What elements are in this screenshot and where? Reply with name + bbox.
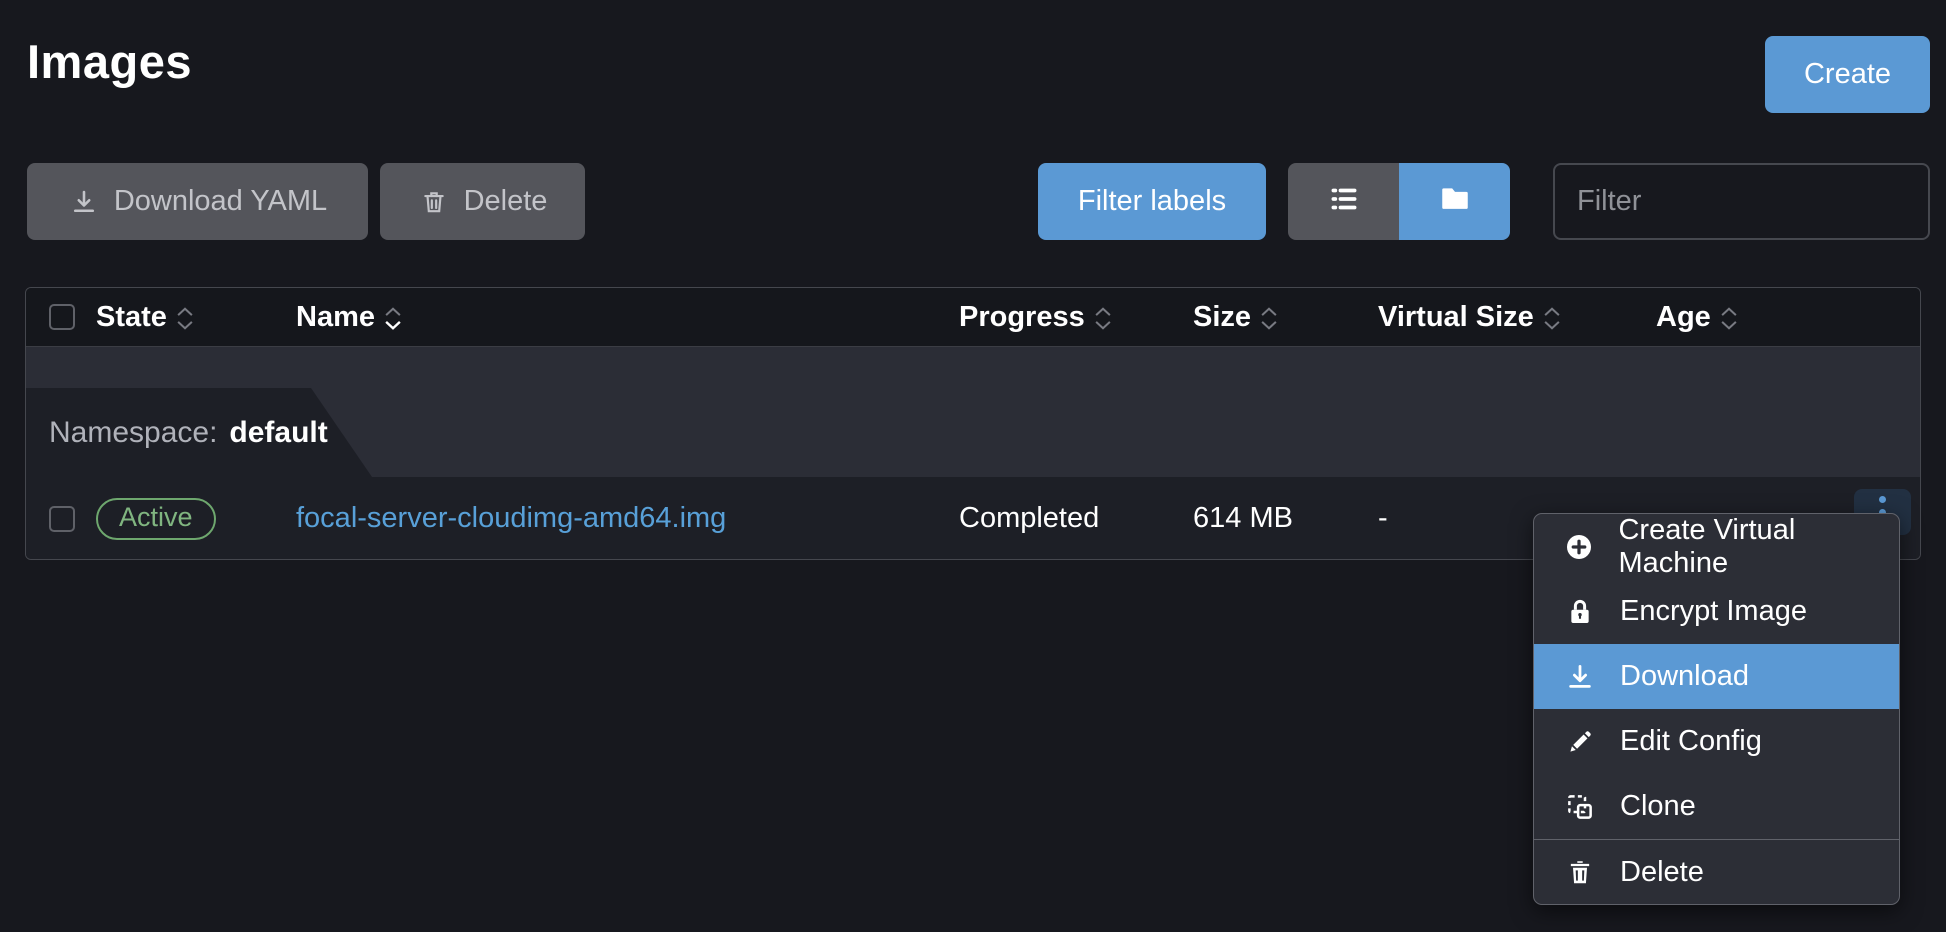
list-icon <box>1327 182 1361 221</box>
namespace-tab: Namespace: default <box>26 388 372 477</box>
namespace-value: default <box>229 416 327 450</box>
folder-icon <box>1438 182 1472 221</box>
trash-icon <box>1564 858 1596 886</box>
menu-item-clone[interactable]: Clone <box>1534 774 1899 839</box>
lock-icon <box>1564 597 1596 627</box>
sort-carets-icon <box>383 306 403 331</box>
column-header-size[interactable]: Size <box>1193 301 1378 334</box>
size-cell: 614 MB <box>1193 502 1378 535</box>
folder-view-button[interactable] <box>1399 163 1510 240</box>
column-header-state[interactable]: State <box>96 301 296 334</box>
sort-carets-icon <box>1542 306 1562 331</box>
download-yaml-label: Download YAML <box>114 185 327 218</box>
namespace-label: Namespace: <box>49 416 217 450</box>
menu-item-edit-config[interactable]: Edit Config <box>1534 709 1899 774</box>
create-button[interactable]: Create <box>1765 36 1930 113</box>
row-actions-menu: Create Virtual Machine Encrypt Image Dow… <box>1533 513 1900 905</box>
column-header-virtual-size[interactable]: Virtual Size <box>1378 301 1656 334</box>
clone-icon <box>1564 792 1596 822</box>
sort-carets-icon <box>175 306 195 331</box>
status-badge: Active <box>96 498 216 540</box>
menu-item-delete[interactable]: Delete <box>1534 839 1899 904</box>
download-icon <box>1564 662 1596 692</box>
list-view-button[interactable] <box>1288 163 1399 240</box>
delete-button[interactable]: Delete <box>380 163 585 240</box>
filter-labels-button[interactable]: Filter labels <box>1038 163 1266 240</box>
menu-item-download[interactable]: Download <box>1534 644 1899 709</box>
table-header-row: State Name Progress Size <box>26 288 1920 347</box>
page-title: Images <box>27 34 192 89</box>
column-header-progress[interactable]: Progress <box>959 301 1193 334</box>
row-checkbox[interactable] <box>49 506 75 532</box>
sort-carets-icon <box>1259 306 1279 331</box>
pencil-icon <box>1564 728 1596 756</box>
progress-cell: Completed <box>959 502 1193 535</box>
image-name-link[interactable]: focal-server-cloudimg-amd64.img <box>296 502 726 534</box>
menu-item-create-virtual-machine[interactable]: Create Virtual Machine <box>1534 514 1899 579</box>
plus-circle-icon <box>1564 532 1594 562</box>
menu-item-encrypt-image[interactable]: Encrypt Image <box>1534 579 1899 644</box>
sort-carets-icon <box>1719 306 1739 331</box>
sort-carets-icon <box>1093 306 1113 331</box>
download-icon <box>68 188 100 216</box>
view-mode-toggle <box>1288 163 1510 240</box>
filter-input[interactable] <box>1553 163 1930 240</box>
select-all-checkbox[interactable] <box>49 304 75 330</box>
download-yaml-button[interactable]: Download YAML <box>27 163 368 240</box>
namespace-group-row: Namespace: default <box>26 347 1920 477</box>
column-header-age[interactable]: Age <box>1656 301 1920 334</box>
column-header-name[interactable]: Name <box>296 301 959 334</box>
delete-button-label: Delete <box>464 185 548 218</box>
trash-icon <box>418 189 450 215</box>
